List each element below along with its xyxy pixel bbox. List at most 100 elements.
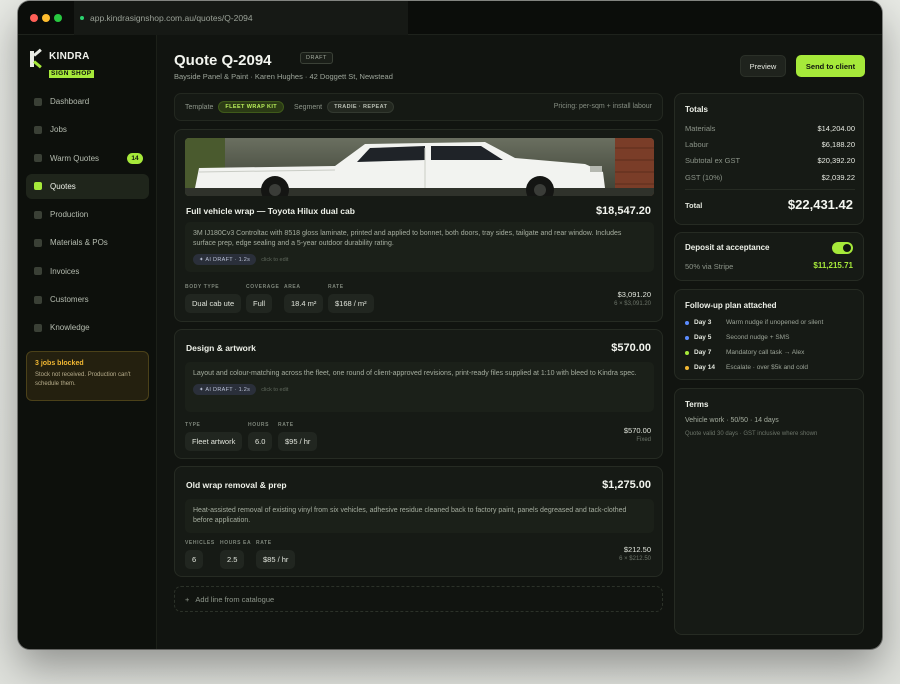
totals-row: Labour $6,188.20 <box>685 140 855 149</box>
sidebar-item-label: Production <box>50 210 89 220</box>
coverage-field[interactable]: COVERAGE Full <box>246 284 279 313</box>
status-dot-icon <box>685 320 689 325</box>
grand-total-value: $22,431.42 <box>787 197 853 212</box>
line-summary: $3,091.20 6 × $3,091.20 <box>614 290 651 307</box>
sidebar-item-label: Customers <box>50 295 89 305</box>
rate-field[interactable]: RATE $168 / m² <box>328 284 374 313</box>
maximize-window-button[interactable] <box>54 14 62 22</box>
hours-each-field[interactable]: HOURS EA 2.5 <box>220 540 251 569</box>
kindra-logo-icon <box>30 48 44 69</box>
line-title: Full vehicle wrap — Toyota Hilux dual ca… <box>186 206 355 216</box>
titlebar: app.kindrasignshop.com.au/quotes/Q-2094 <box>18 1 882 35</box>
terms-panel[interactable]: Terms Vehicle work · 50/50 · 14 days Quo… <box>674 388 864 635</box>
customers-icon <box>34 295 42 304</box>
sidebar-nav: Dashboard Jobs Warm Quotes 14 Quotes Prod… <box>26 89 149 344</box>
status-badge: DRAFT <box>300 52 333 64</box>
sidebar-item-label: Materials & POs <box>50 238 108 248</box>
area-field[interactable]: AREA 18.4 m² <box>284 284 324 313</box>
followup-step: Day 7 Mandatory call task → Alex <box>685 349 804 356</box>
preview-button[interactable]: Preview <box>740 55 786 77</box>
line-item-card[interactable]: Full vehicle wrap — Toyota Hilux dual ca… <box>174 129 663 322</box>
line-item-card[interactable]: Old wrap removal & prep $1,275.00 Heat-a… <box>174 466 663 577</box>
ai-draft-badge[interactable]: ✦ AI DRAFT · 1.2s <box>193 254 257 265</box>
address-bar[interactable]: app.kindrasignshop.com.au/quotes/Q-2094 <box>74 1 408 35</box>
page-title: Quote Q-2094 <box>174 52 272 69</box>
status-dot-icon <box>685 365 689 370</box>
line-title: Old wrap removal & prep <box>186 480 287 490</box>
sidebar-item-materials[interactable]: Materials & POs <box>26 230 149 255</box>
url-text: app.kindrasignshop.com.au/quotes/Q-2094 <box>90 13 253 23</box>
blocked-jobs-alert[interactable]: 3 jobs blocked Stock not received. Produ… <box>26 351 149 401</box>
sidebar-item-jobs[interactable]: Jobs <box>26 117 149 142</box>
add-line-button[interactable]: + Add line from catalogue <box>174 586 663 612</box>
line-total: $1,275.00 <box>602 479 651 491</box>
line-total: $570.00 <box>611 342 651 354</box>
toggle-knob <box>843 244 851 252</box>
warm-quotes-icon <box>34 154 42 163</box>
deposit-toggle[interactable] <box>832 242 853 254</box>
sidebar-item-knowledge[interactable]: Knowledge <box>26 315 149 340</box>
minimize-window-button[interactable] <box>42 14 50 22</box>
sidebar-item-label: Quotes <box>50 181 76 191</box>
segment-chip[interactable]: TRADIE · REPEAT <box>327 101 395 113</box>
terms-title: Terms <box>685 400 709 409</box>
followup-step: Day 5 Second nudge + SMS <box>685 334 789 341</box>
hours-field[interactable]: HOURS 6.0 <box>248 422 273 451</box>
divider <box>685 189 855 190</box>
quote-subtitle: Bayside Panel & Paint · Karen Hughes · 4… <box>174 72 393 81</box>
alert-text: Stock not received. Production can't sch… <box>35 372 131 387</box>
line-item-card[interactable]: Design & artwork $570.00 Layout and colo… <box>174 329 663 459</box>
sidebar-item-production[interactable]: Production <box>26 202 149 227</box>
terms-line: Vehicle work · 50/50 · 14 days <box>685 417 779 424</box>
rate-field[interactable]: RATE $95 / hr <box>278 422 318 451</box>
vehicles-field[interactable]: VEHICLES 6 <box>185 540 215 569</box>
template-chip[interactable]: FLEET WRAP KIT <box>218 101 285 113</box>
production-icon <box>34 210 42 219</box>
rate-field[interactable]: RATE $85 / hr <box>256 540 296 569</box>
main-content: Quote Q-2094 DRAFT Bayside Panel & Paint… <box>157 35 882 649</box>
close-window-button[interactable] <box>30 14 38 22</box>
line-description[interactable]: Heat-assisted removal of existing vinyl … <box>185 499 654 533</box>
secure-icon <box>80 16 84 20</box>
template-label: Template <box>185 103 214 111</box>
followup-title: Follow-up plan attached <box>685 301 777 310</box>
status-dot-icon <box>685 350 689 355</box>
sidebar-item-label: Jobs <box>50 125 67 135</box>
sidebar-item-warm-quotes[interactable]: Warm Quotes 14 <box>26 146 149 171</box>
brand-logo[interactable]: KINDRA SIGN SHOP <box>30 48 94 80</box>
deposit-amount: $11,215.71 <box>813 261 853 270</box>
line-total: $18,547.20 <box>595 205 651 217</box>
send-to-client-button[interactable]: Send to client <box>796 55 865 77</box>
pricing-text: Pricing: per-sqm + install labour <box>553 103 652 110</box>
totals-row: Subtotal ex GST $20,392.20 <box>685 156 855 165</box>
dashboard-icon <box>34 97 42 106</box>
deposit-method: 50% via Stripe <box>685 262 734 271</box>
app-window: app.kindrasignshop.com.au/quotes/Q-2094 … <box>18 1 882 649</box>
segment-label: Segment <box>294 103 323 111</box>
status-dot-icon <box>685 335 689 340</box>
vehicle-photo <box>185 138 654 196</box>
sidebar-item-label: Warm Quotes <box>50 153 100 163</box>
totals-panel: Totals Materials $14,204.00 Labour $6,188.… <box>674 93 864 225</box>
sidebar-item-label: Dashboard <box>50 97 90 106</box>
sidebar: KINDRA SIGN SHOP Dashboard Jobs Warm Quo… <box>18 35 157 649</box>
followup-panel[interactable]: Follow-up plan attached Day 3 Warm nudge … <box>674 289 864 380</box>
deposit-title: Deposit at acceptance <box>685 243 770 252</box>
quotes-icon <box>34 182 42 191</box>
sidebar-item-dashboard[interactable]: Dashboard <box>26 89 149 114</box>
type-field[interactable]: TYPE Fleet artwork <box>185 422 243 451</box>
sidebar-item-label: Invoices <box>50 266 80 276</box>
sidebar-item-label: Knowledge <box>50 323 90 333</box>
deposit-panel: Deposit at acceptance 50% via Stripe $11… <box>674 232 864 281</box>
body-type-field[interactable]: BODY TYPE Dual cab ute <box>185 284 242 313</box>
line-description[interactable]: 3M IJ180Cv3 Controltac with 8518 gloss l… <box>185 222 654 272</box>
alert-title: 3 jobs blocked <box>35 360 84 367</box>
line-description[interactable]: Layout and colour-matching across the fl… <box>185 362 654 412</box>
ai-draft-badge[interactable]: ✦ AI DRAFT · 1.2s <box>193 384 257 395</box>
line-summary: $570.00 Fixed <box>623 426 651 443</box>
sidebar-item-customers[interactable]: Customers <box>26 287 149 312</box>
knowledge-icon <box>34 323 42 332</box>
sidebar-item-quotes[interactable]: Quotes <box>26 173 149 199</box>
sidebar-item-invoices[interactable]: Invoices <box>26 259 149 284</box>
jobs-icon <box>34 125 42 134</box>
